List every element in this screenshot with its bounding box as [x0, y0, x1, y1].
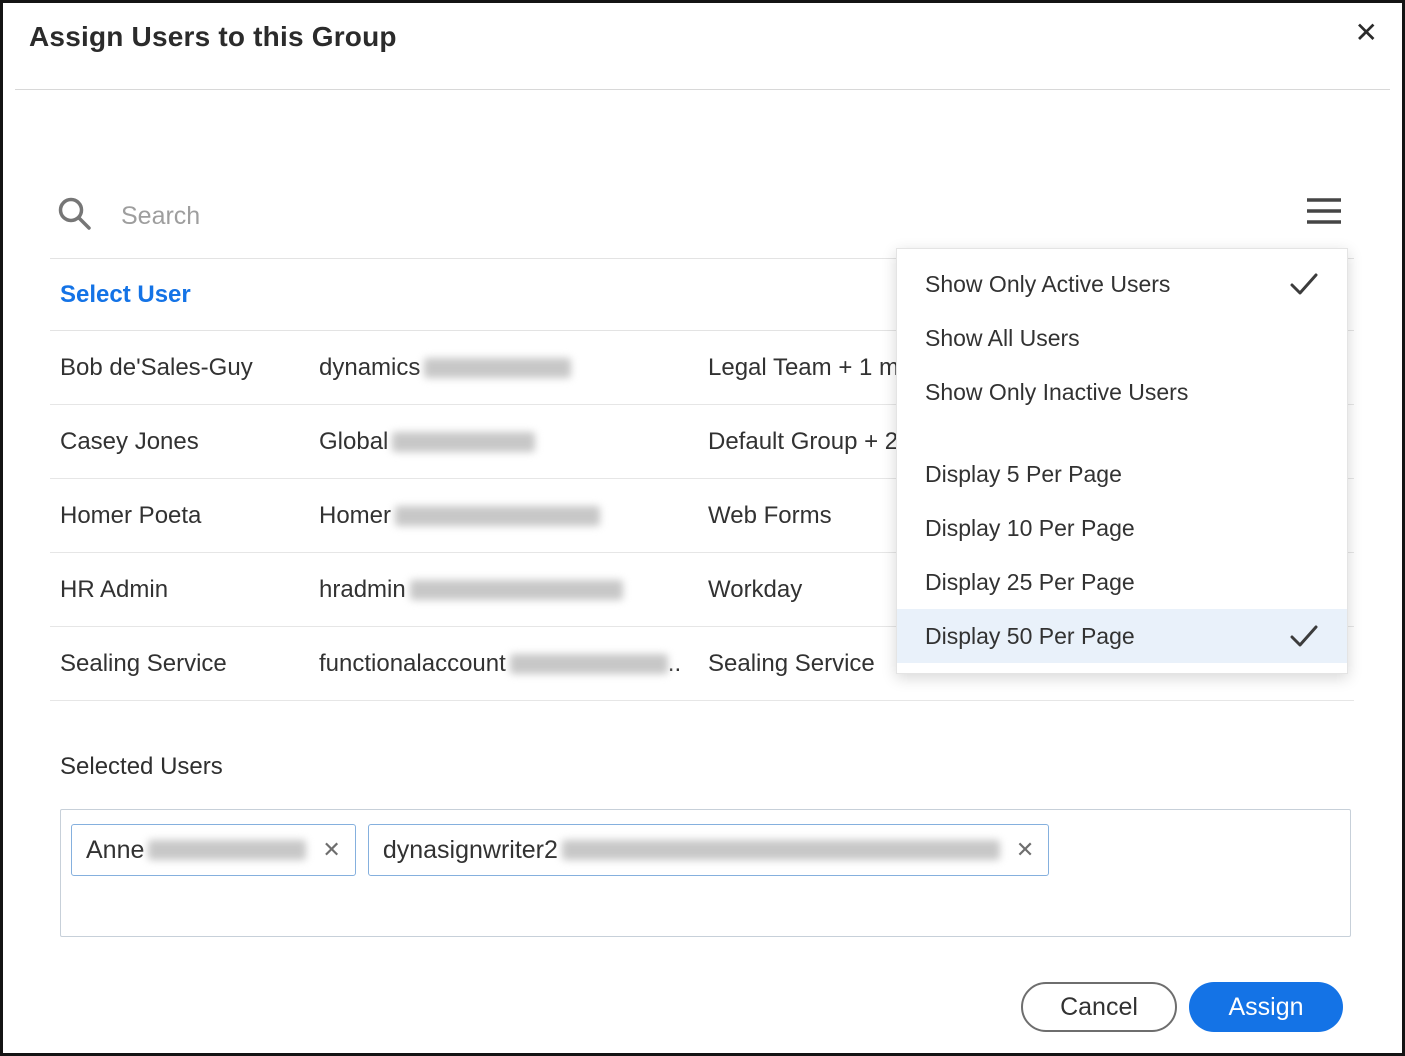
close-icon[interactable]: ✕ — [1355, 19, 1378, 47]
header-divider — [15, 89, 1390, 90]
user-email: Global — [319, 428, 708, 456]
select-user-header: Select User — [50, 281, 191, 309]
chip-text: dynasignwriter2 — [383, 836, 558, 865]
menu-item-display-25-per-page[interactable]: Display 25 Per Page — [897, 555, 1347, 609]
selected-user-chip: Anne ✕ — [71, 824, 356, 876]
user-name: Casey Jones — [50, 428, 319, 456]
redacted-text — [148, 840, 306, 860]
selected-users-box: Anne ✕ dynasignwriter2 ✕ — [60, 809, 1351, 937]
user-name: Homer Poeta — [50, 502, 319, 530]
checkmark-icon — [1289, 272, 1319, 296]
checkmark-icon — [1289, 624, 1319, 648]
page-title: Assign Users to this Group — [29, 21, 397, 53]
assign-users-dialog: Assign Users to this Group ✕ Select User… — [0, 0, 1405, 1056]
menu-item-display-5-per-page[interactable]: Display 5 Per Page — [897, 447, 1347, 501]
user-name: HR Admin — [50, 576, 319, 604]
chip-remove-icon[interactable]: ✕ — [322, 839, 340, 861]
menu-item-show-only-inactive-users[interactable]: Show Only Inactive Users — [897, 365, 1347, 419]
user-name: Bob de'Sales-Guy — [50, 354, 319, 382]
user-name: Sealing Service — [50, 650, 319, 678]
user-email: dynamics — [319, 354, 708, 382]
redacted-text — [395, 506, 600, 526]
menu-item-display-50-per-page[interactable]: Display 50 Per Page — [897, 609, 1347, 663]
cancel-button[interactable]: Cancel — [1021, 982, 1177, 1032]
menu-item-show-only-active-users[interactable]: Show Only Active Users — [897, 257, 1347, 311]
selected-users-label: Selected Users — [60, 753, 223, 781]
assign-button[interactable]: Assign — [1189, 982, 1343, 1032]
redacted-text — [510, 654, 668, 674]
redacted-text — [424, 358, 571, 378]
menu-section-gap — [897, 419, 1347, 447]
selected-user-chip: dynasignwriter2 ✕ — [368, 824, 1050, 876]
menu-item-show-all-users[interactable]: Show All Users — [897, 311, 1347, 365]
redacted-text — [410, 580, 623, 600]
options-menu-icon[interactable] — [1306, 197, 1342, 230]
search-icon — [56, 195, 94, 238]
options-dropdown-menu: Show Only Active Users Show All Users Sh… — [896, 248, 1348, 674]
user-email: hradmin — [319, 576, 708, 604]
chip-remove-icon[interactable]: ✕ — [1016, 839, 1034, 861]
search-input[interactable] — [119, 193, 863, 239]
chip-text: Anne — [86, 836, 144, 865]
user-email: functionalaccount.. — [319, 650, 708, 678]
user-email: Homer — [319, 502, 708, 530]
redacted-text — [562, 840, 1000, 860]
redacted-text — [392, 432, 535, 452]
menu-item-display-10-per-page[interactable]: Display 10 Per Page — [897, 501, 1347, 555]
